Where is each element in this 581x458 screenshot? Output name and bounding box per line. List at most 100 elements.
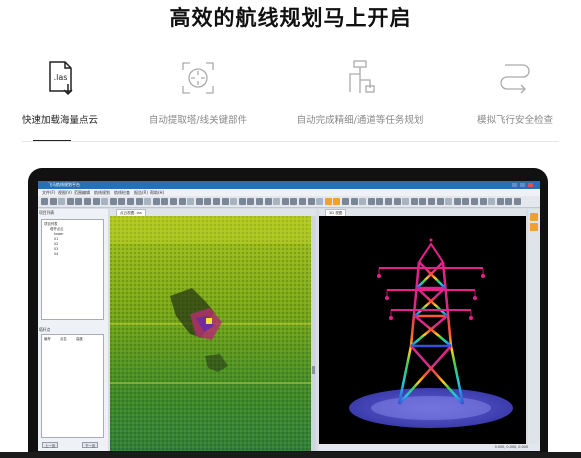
toolbar-button[interactable] (299, 198, 306, 205)
toolbar-button[interactable] (58, 198, 66, 205)
toolbar-button[interactable] (187, 198, 195, 205)
tree-item[interactable]: 04 (54, 252, 58, 256)
tab-pointcloud-view[interactable]: 点云视图 .las (116, 209, 146, 216)
toolbar-button[interactable] (488, 198, 496, 205)
feature-tab-task-planning[interactable]: 自动完成精细/通道等任务规划 (290, 58, 430, 126)
toolbar-button[interactable] (342, 198, 349, 205)
toolbar-button[interactable] (92, 198, 100, 205)
toolbar-button[interactable] (385, 198, 392, 205)
menu-item[interactable]: 文件(F) (42, 189, 55, 196)
toolbar-button[interactable] (359, 198, 367, 205)
toolbar-button[interactable] (316, 198, 324, 205)
toolbar-button[interactable] (238, 198, 246, 205)
menu-item[interactable]: 范围编辑 (74, 189, 90, 196)
toolbar-button[interactable] (505, 198, 513, 205)
feature-label: 自动提取塔/线关键部件 (148, 115, 248, 126)
toolbar-button[interactable] (84, 198, 91, 205)
toolbar-button[interactable] (221, 198, 229, 205)
toolbar-button[interactable] (178, 198, 186, 205)
toolbar-button[interactable] (75, 198, 83, 205)
toolbar-button[interactable] (118, 198, 126, 205)
toolbar-button[interactable] (213, 198, 220, 205)
toolbar-button[interactable] (462, 198, 470, 205)
toolbar-button[interactable] (195, 198, 203, 205)
toolbar-button[interactable] (307, 198, 315, 205)
toolbar-button[interactable] (402, 198, 410, 205)
right-toolstrip (528, 209, 540, 444)
tree-item[interactable]: 03 (54, 247, 58, 251)
toolbar-button[interactable] (247, 198, 255, 205)
tab-3d-view[interactable]: 3D 视图 (325, 209, 347, 216)
menu-item[interactable]: 航线检查 (114, 189, 130, 196)
feature-tab-auto-extract[interactable]: 自动提取塔/线关键部件 (128, 58, 268, 126)
app-menubar: 文件(F) 视图(V) 范围编辑 航线规划 航线检查 报告(R) 帮助(H) (38, 189, 540, 196)
toolbar-button[interactable] (127, 198, 134, 205)
feature-label: 模拟飞行安全检查 (476, 115, 553, 126)
table-title: 塔杆点 (39, 327, 51, 332)
toolbar-button[interactable] (419, 198, 427, 205)
next-page-button[interactable]: 下一页 (82, 442, 99, 448)
toolbar-button[interactable] (496, 198, 504, 205)
pointcloud-topdown-view[interactable] (110, 216, 316, 451)
toolbar-button[interactable] (376, 198, 384, 205)
toolbar-button[interactable] (101, 198, 109, 205)
toolbar-button[interactable] (66, 198, 74, 205)
menu-item[interactable]: 航线规划 (94, 189, 110, 196)
close-icon[interactable] (528, 183, 533, 187)
target-scan-icon (182, 62, 214, 94)
toolbar-button[interactable] (230, 198, 238, 205)
maximize-icon[interactable] (520, 183, 525, 187)
toolbar-button[interactable] (290, 198, 298, 205)
menu-item[interactable]: 视图(V) (58, 189, 72, 196)
toolbar-button[interactable] (445, 198, 453, 205)
app-window-title: 飞马航线规划平台 (48, 182, 80, 187)
toolbar-button[interactable] (453, 198, 461, 205)
toolbar-button[interactable] (152, 198, 160, 205)
toolbar-button[interactable] (367, 198, 375, 205)
tool-button[interactable] (530, 213, 538, 221)
viewport-tabbar: 3D 视图 (319, 209, 526, 216)
toolbar-button[interactable] (135, 198, 143, 205)
app-screenshot: 飞马航线规划平台 文件(F) 视图(V) 范围编辑 航线规划 航线检查 报告(R… (38, 181, 540, 451)
feature-tabs: .las 快速加载海量点云 自动提取塔/线关键部件 自动完成精细/通道等任务规划… (0, 58, 581, 130)
toolbar-button[interactable] (109, 198, 117, 205)
toolbar-button[interactable] (41, 198, 48, 205)
toolbar-button[interactable] (324, 198, 332, 205)
toolbar-button[interactable] (410, 198, 418, 205)
toolbar-button[interactable] (170, 198, 177, 205)
toolbar-button[interactable] (471, 198, 478, 205)
toolbar-button[interactable] (393, 198, 401, 205)
tree-root[interactable]: 项目列表 (44, 222, 58, 226)
toolbar-button[interactable] (204, 198, 212, 205)
feature-label: 自动完成精细/通道等任务规划 (296, 115, 424, 126)
minimize-icon[interactable] (512, 183, 517, 187)
toolbar-button[interactable] (281, 198, 289, 205)
status-text: 0.000, 0.000, 0.000 (494, 445, 528, 449)
toolbar-button[interactable] (479, 198, 487, 205)
toolbar-button[interactable] (436, 198, 444, 205)
prev-page-button[interactable]: 上一页 (42, 442, 59, 448)
toolbar-button[interactable] (144, 198, 152, 205)
menu-item[interactable]: 帮助(H) (150, 189, 164, 196)
toolbar-button[interactable] (514, 198, 521, 205)
tree-item[interactable]: 02 (54, 242, 58, 246)
project-tree: 项目列表 塔杆点云 tower 01 02 03 04 (41, 219, 104, 320)
tree-item[interactable]: tower (54, 232, 64, 236)
project-panel: 项目列表 项目列表 塔杆点云 tower 01 02 03 04 塔杆点 编号 … (38, 209, 108, 451)
feature-tab-fast-load[interactable]: .las 快速加载海量点云 (0, 58, 130, 126)
tree-item[interactable]: 01 (54, 237, 58, 241)
menu-item[interactable]: 报告(R) (134, 189, 148, 196)
toolbar-button[interactable] (264, 198, 272, 205)
toolbar-button[interactable] (350, 198, 358, 205)
pointcloud-3d-view[interactable] (319, 216, 526, 444)
toolbar-button[interactable] (49, 198, 57, 205)
tree-item[interactable]: 塔杆点云 (50, 227, 64, 231)
toolbar-button[interactable] (256, 198, 263, 205)
toolbar-button[interactable] (273, 198, 281, 205)
table-header: 高度 (76, 337, 83, 341)
tool-button[interactable] (530, 223, 538, 231)
feature-tab-flight-sim[interactable]: 模拟飞行安全检查 (445, 58, 581, 126)
toolbar-button[interactable] (333, 198, 341, 205)
toolbar-button[interactable] (428, 198, 435, 205)
toolbar-button[interactable] (161, 198, 169, 205)
